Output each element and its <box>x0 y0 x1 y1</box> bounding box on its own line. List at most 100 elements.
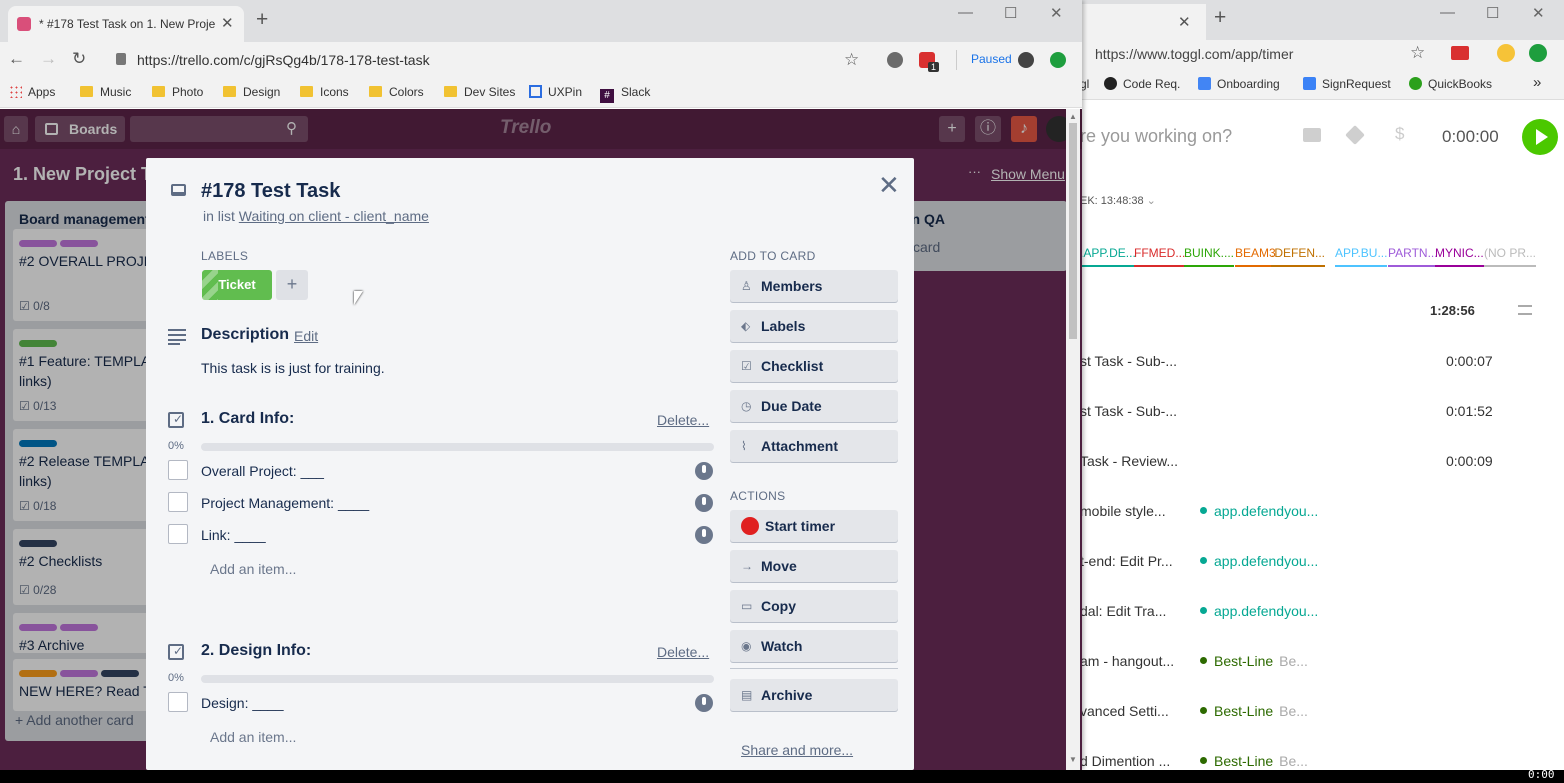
entry-description[interactable]: am - hangout... <box>1080 653 1174 669</box>
checklist-checkbox[interactable] <box>168 492 188 512</box>
update-icon[interactable] <box>1050 52 1066 68</box>
checklist-title[interactable]: 1. Card Info: <box>201 410 294 428</box>
avatar[interactable] <box>1018 52 1034 68</box>
time-entry-row[interactable]: vanced Setti... Best-Line Be... <box>1006 703 1564 753</box>
bookmark-design[interactable]: Design <box>223 85 280 99</box>
folder-icon[interactable] <box>1303 128 1321 142</box>
power-icon[interactable] <box>695 494 713 512</box>
bookmark-apps[interactable]: Apps <box>9 85 55 99</box>
new-tab-button[interactable]: + <box>1214 6 1226 30</box>
entry-project[interactable]: Best-Line Be... <box>1200 703 1308 719</box>
entry-project[interactable]: Best-Line Be... <box>1200 753 1308 769</box>
project-summary-item[interactable]: MYNIC... <box>1435 246 1484 267</box>
bookmark-star-icon[interactable]: ☆ <box>1410 43 1425 63</box>
bookmark-onboarding[interactable]: Onboarding <box>1198 77 1280 91</box>
labels-button[interactable]: ⬖ Labels <box>730 310 898 342</box>
card-title[interactable]: #178 Test Task <box>201 180 340 203</box>
close-tab-icon[interactable]: ✕ <box>221 14 234 32</box>
add-checklist-item[interactable]: Add an item... <box>210 729 296 745</box>
maximize-icon[interactable]: ☐ <box>1486 4 1499 22</box>
toggl-extension-icon[interactable] <box>887 52 903 68</box>
entry-project[interactable]: Best-Line Be... <box>1200 653 1308 669</box>
back-arrow-icon[interactable]: ← <box>8 49 25 69</box>
list-link[interactable]: Waiting on client - client_name <box>239 208 429 224</box>
project-summary-item[interactable]: PARTN... <box>1388 246 1438 267</box>
checklist-checkbox[interactable] <box>168 460 188 480</box>
close-tab-icon[interactable]: ✕ <box>1178 13 1191 31</box>
bookmark-quickbooks[interactable]: QuickBooks <box>1409 77 1492 91</box>
bookmark-uxpin[interactable]: UXPin <box>529 85 582 99</box>
list-view-icon[interactable] <box>1518 305 1532 315</box>
time-entry-row[interactable]: dal: Edit Tra... app.defendyou... <box>1006 603 1564 653</box>
checklist-item-text[interactable]: Design: ____ <box>201 695 284 711</box>
time-entry-row[interactable]: mobile style... app.defendyou... <box>1006 503 1564 553</box>
description-edit-link[interactable]: Edit <box>294 328 318 344</box>
entry-project[interactable]: app.defendyou... <box>1200 553 1318 569</box>
bookmark-icons[interactable]: Icons <box>300 85 349 99</box>
bookmark-star-icon[interactable]: ☆ <box>844 50 859 70</box>
checklist-button[interactable]: ☑ Checklist <box>730 350 898 382</box>
bookmark-signrequest[interactable]: SignRequest <box>1303 77 1391 91</box>
checklist-item-text[interactable]: Project Management: ____ <box>201 495 369 511</box>
entry-duration[interactable]: 0:00:09 <box>1446 453 1493 469</box>
time-entry-row[interactable]: d Dimention ... Best-Line Be... <box>1006 753 1564 770</box>
entry-duration[interactable]: 0:00:07 <box>1446 353 1493 369</box>
reload-icon[interactable]: ↻ <box>72 49 86 69</box>
bookmark-code-req[interactable]: Code Req. <box>1104 77 1180 91</box>
project-summary-item[interactable]: FFMED... <box>1134 246 1186 267</box>
bookmark-music[interactable]: Music <box>80 85 131 99</box>
week-total[interactable]: EK: 13:48:38 ⌄ <box>1080 194 1156 207</box>
minimize-icon[interactable]: — <box>958 4 973 21</box>
bookmark-dev-sites[interactable]: Dev Sites <box>444 85 515 99</box>
attachment-button[interactable]: ⌇ Attachment <box>730 430 898 462</box>
page-scrollbar[interactable]: ▲ ▼ <box>1066 109 1080 770</box>
extension-icon[interactable] <box>1451 46 1469 60</box>
project-summary-item[interactable]: BUINK.... <box>1184 246 1235 267</box>
entry-description[interactable]: dal: Edit Tra... <box>1080 603 1166 619</box>
bookmark-colors[interactable]: Colors <box>369 85 424 99</box>
start-timer-button[interactable]: Start timer <box>730 510 898 542</box>
trello-url[interactable]: https://trello.com/c/gjRsQg4b/178-178-te… <box>137 52 430 68</box>
entry-project[interactable]: app.defendyou... <box>1200 503 1318 519</box>
time-entry-row[interactable]: st Task - Sub-... 0:00:07 <box>1006 353 1564 403</box>
toggl-url[interactable]: https://www.toggl.com/app/timer <box>1095 46 1293 62</box>
archive-button[interactable]: ▤ Archive <box>730 679 898 711</box>
checklist-checkbox[interactable] <box>168 692 188 712</box>
scroll-down-icon[interactable]: ▼ <box>1069 755 1077 764</box>
maximize-icon[interactable]: ☐ <box>1004 4 1017 22</box>
timer-description-input[interactable]: re you working on? <box>1080 126 1232 147</box>
update-icon[interactable] <box>1529 44 1547 62</box>
scroll-up-icon[interactable]: ▲ <box>1069 112 1077 121</box>
checklist-checkbox[interactable] <box>168 524 188 544</box>
watch-button[interactable]: ◉ Watch <box>730 630 898 662</box>
bookmark-photo[interactable]: Photo <box>152 85 203 99</box>
close-window-icon[interactable]: ✕ <box>1532 4 1545 22</box>
time-entry-row[interactable]: am - hangout... Best-Line Be... <box>1006 653 1564 703</box>
power-icon[interactable] <box>695 694 713 712</box>
time-entry-row[interactable]: t-end: Edit Pr... app.defendyou... <box>1006 553 1564 603</box>
entry-description[interactable]: t-end: Edit Pr... <box>1080 553 1173 569</box>
project-summary-item[interactable]: .APP.DE... <box>1080 246 1136 267</box>
checklist-delete-link[interactable]: Delete... <box>657 644 709 660</box>
bookmark-slack[interactable]: # Slack <box>600 85 650 103</box>
add-checklist-item[interactable]: Add an item... <box>210 561 296 577</box>
close-window-icon[interactable]: ✕ <box>1050 4 1063 22</box>
start-timer-button[interactable] <box>1522 119 1558 155</box>
minimize-icon[interactable]: — <box>1440 4 1455 21</box>
bookmarks-more-icon[interactable]: » <box>1533 74 1541 91</box>
due-date-button[interactable]: ◷ Due Date <box>730 390 898 422</box>
project-summary-item[interactable]: (NO PR... <box>1484 246 1537 267</box>
forward-arrow-icon[interactable]: → <box>40 49 57 69</box>
entry-description[interactable]: st Task - Sub-... <box>1080 353 1177 369</box>
entry-project[interactable]: app.defendyou... <box>1200 603 1318 619</box>
emoji-extension-icon[interactable] <box>1497 44 1515 62</box>
paused-indicator[interactable]: Paused <box>971 52 1012 66</box>
entry-description[interactable]: Task - Review... <box>1080 453 1178 469</box>
checklist-delete-link[interactable]: Delete... <box>657 412 709 428</box>
power-icon[interactable] <box>695 526 713 544</box>
project-summary-item[interactable]: .DEFEN... <box>1271 246 1326 267</box>
entry-duration[interactable]: 0:01:52 <box>1446 403 1493 419</box>
checklist-title[interactable]: 2. Design Info: <box>201 642 311 660</box>
copy-button[interactable]: ▭ Copy <box>730 590 898 622</box>
time-entry-row[interactable]: Task - Review... 0:00:09 <box>1006 453 1564 503</box>
